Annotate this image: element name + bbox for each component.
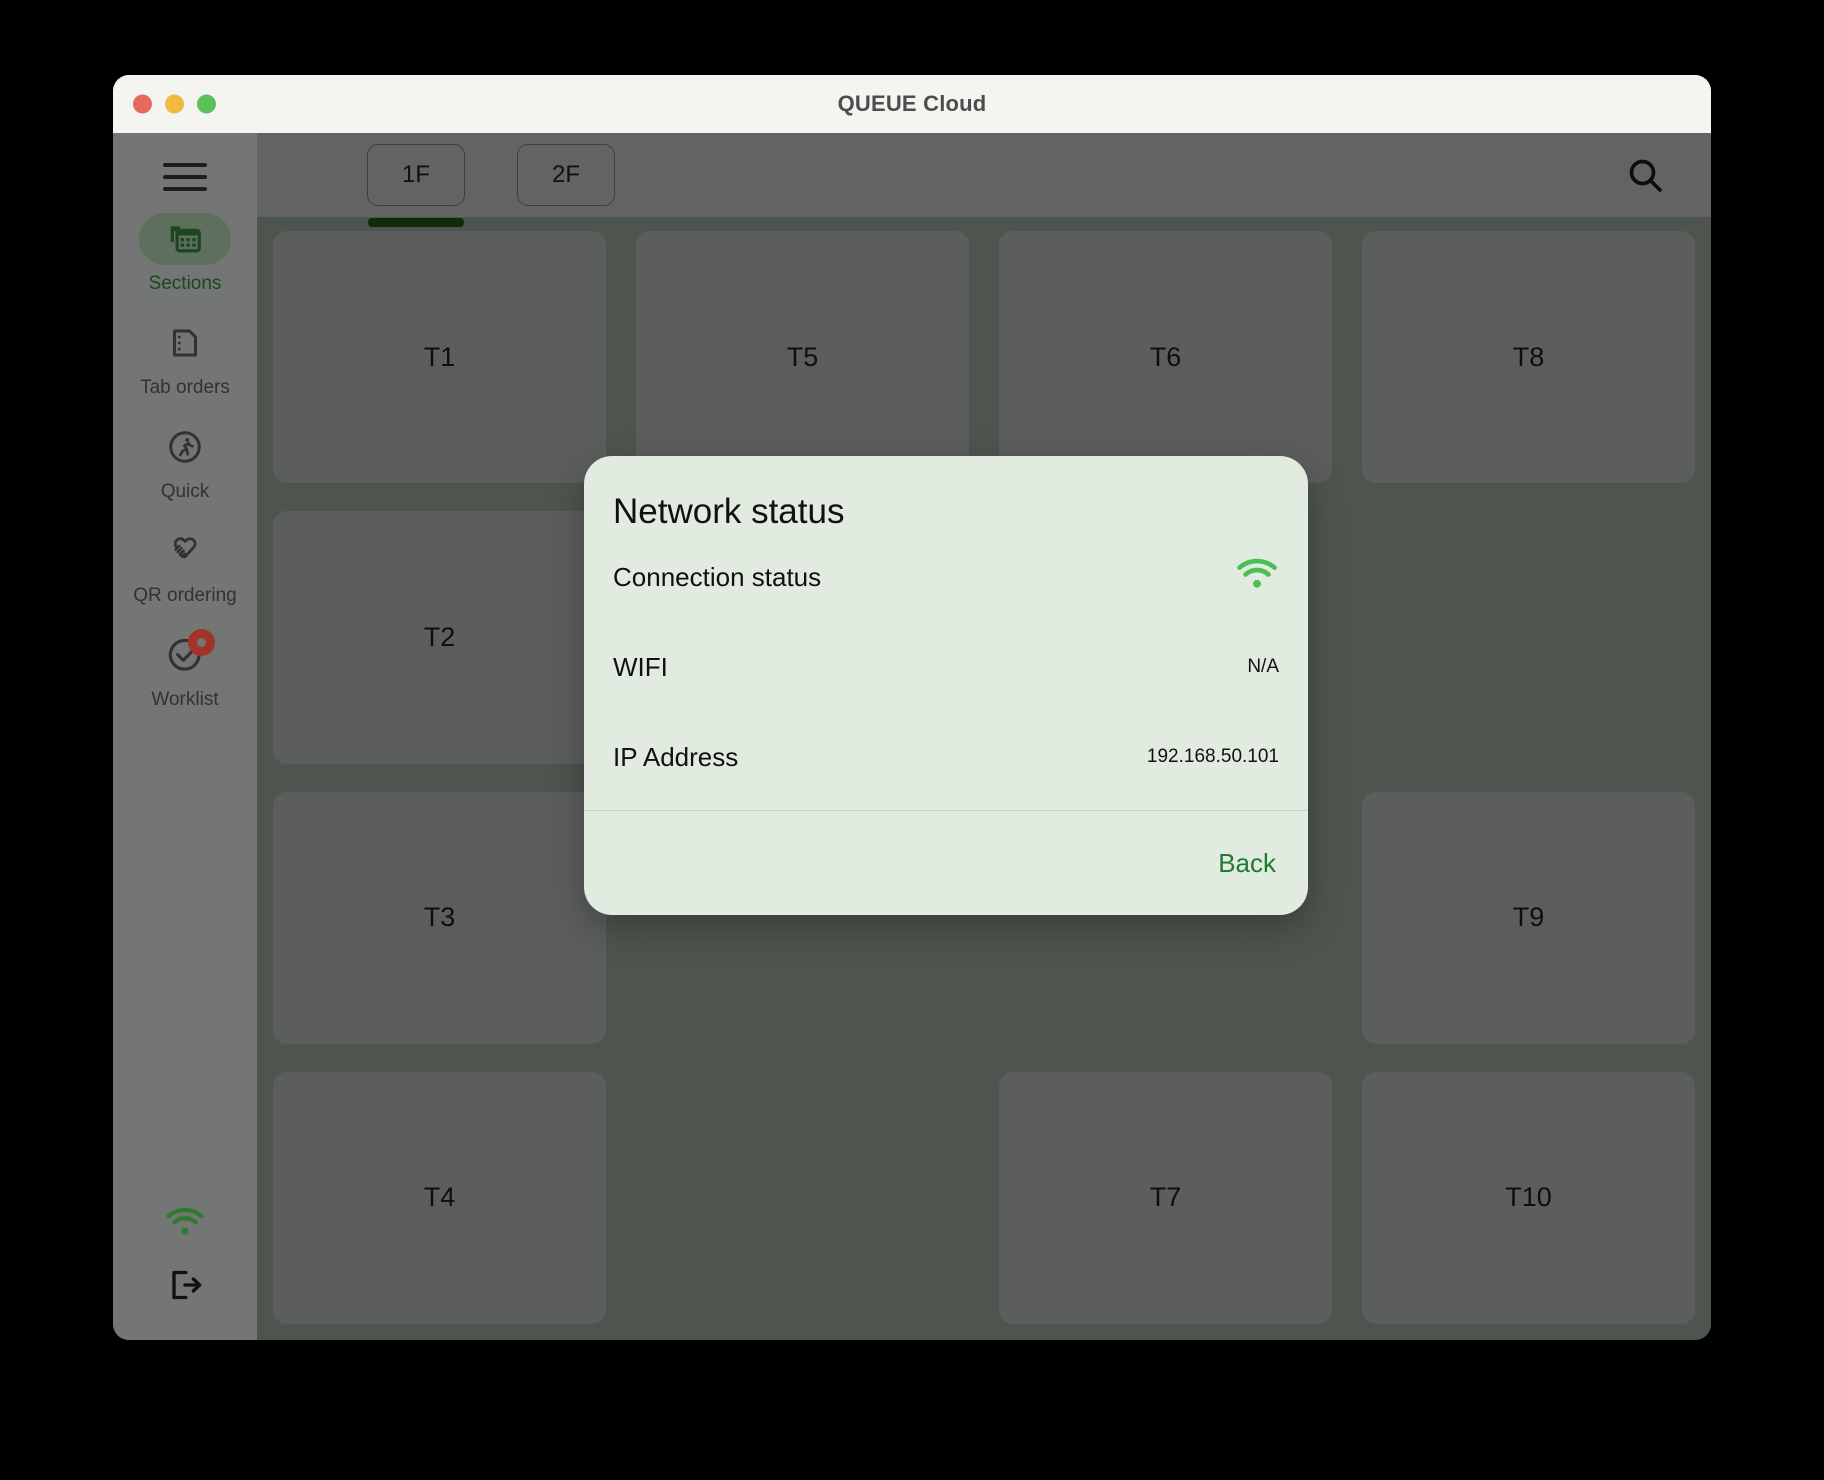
row-label: WIFI xyxy=(613,651,668,682)
main-content: 1F 2F T1 T5 T6 T8 T2 T3 T9 T4 T7 T10 Net… xyxy=(257,133,1711,1340)
wifi-icon xyxy=(166,1207,204,1235)
row-label: Connection status xyxy=(613,561,822,592)
window-controls[interactable] xyxy=(133,94,216,114)
sidebar-item-quick[interactable]: Quick xyxy=(113,421,257,503)
row-connection-status: Connection status xyxy=(613,532,1279,622)
runner-icon xyxy=(169,431,201,463)
sidebar-item-sections[interactable]: Sections xyxy=(113,213,257,295)
logout-arrow-icon xyxy=(172,1270,202,1300)
window-titlebar: QUEUE Cloud xyxy=(113,75,1711,133)
minimize-button[interactable] xyxy=(165,94,184,114)
hamburger-bar xyxy=(163,187,207,191)
window-body: Sections Tab orders Quick QR ordering Wo… xyxy=(113,133,1711,1340)
modal-overlay: Network status Connection status WIFI N/… xyxy=(257,133,1711,1340)
dialog-rows: Connection status WIFI N/A IP Address 19… xyxy=(584,532,1308,802)
hamburger-bar xyxy=(163,175,207,179)
dialog-title: Network status xyxy=(613,492,845,531)
dialog-footer: Back xyxy=(584,811,1308,915)
logout-icon[interactable] xyxy=(139,1254,231,1316)
app-window: QUEUE Cloud Sections Tab orders Quick QR… xyxy=(113,75,1711,1340)
sidebar-item-label: Tab orders xyxy=(140,377,230,398)
connection-wifi-icon xyxy=(1235,558,1279,597)
close-button[interactable] xyxy=(133,94,152,114)
document-icon-wrap xyxy=(139,317,231,369)
row-value: N/A xyxy=(1247,656,1279,677)
handshake-icon-wrap xyxy=(139,525,231,577)
sidebar-item-qr-ordering[interactable]: QR ordering xyxy=(113,525,257,607)
sidebar-item-label: Worklist xyxy=(151,689,219,710)
worklist-badge xyxy=(188,629,215,656)
sidebar-item-label: Sections xyxy=(148,273,222,294)
window-title: QUEUE Cloud xyxy=(837,91,987,116)
row-label: IP Address xyxy=(613,741,739,772)
sidebar-bottom-actions xyxy=(113,1192,257,1340)
sidebar-item-label: QR ordering xyxy=(133,585,237,606)
sidebar: Sections Tab orders Quick QR ordering Wo… xyxy=(113,133,257,1340)
back-button[interactable]: Back xyxy=(1218,848,1276,879)
hamburger-icon[interactable] xyxy=(163,163,207,191)
sidebar-item-tab-orders[interactable]: Tab orders xyxy=(113,317,257,399)
wifi-status-icon[interactable] xyxy=(139,1192,231,1254)
row-wifi: WIFI N/A xyxy=(613,622,1279,712)
row-ip-address: IP Address 192.168.50.101 xyxy=(613,712,1279,802)
sidebar-item-worklist[interactable]: Worklist xyxy=(113,629,257,711)
wifi-icon xyxy=(1237,558,1277,588)
runner-icon-wrap xyxy=(139,421,231,473)
document-icon xyxy=(173,329,197,357)
network-status-dialog: Network status Connection status WIFI N/… xyxy=(584,456,1308,915)
hamburger-bar xyxy=(163,163,207,167)
sections-icon-wrap xyxy=(139,213,231,265)
check-circle-icon-wrap xyxy=(139,629,231,681)
sections-icon xyxy=(170,226,201,253)
handshake-icon xyxy=(173,537,197,559)
maximize-button[interactable] xyxy=(197,94,216,114)
sidebar-item-label: Quick xyxy=(160,481,210,502)
row-value: 192.168.50.101 xyxy=(1146,746,1279,767)
